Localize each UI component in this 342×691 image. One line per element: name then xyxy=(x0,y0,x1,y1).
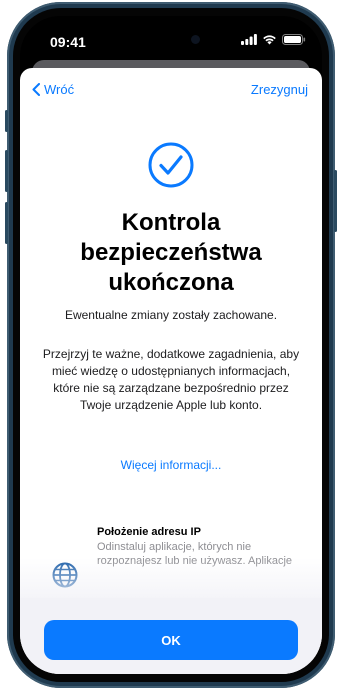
wifi-icon xyxy=(263,35,276,45)
phone-screen: 09:41 Wróć Zrezygnuj Kontrola bezpieczeń… xyxy=(20,16,322,674)
cellular-signal-icon xyxy=(241,34,257,45)
back-label: Wróć xyxy=(44,82,75,97)
side-button-volume-down xyxy=(5,202,8,244)
status-time: 09:41 xyxy=(50,34,86,50)
status-icons xyxy=(241,34,306,45)
camera-icon xyxy=(191,35,200,44)
back-button[interactable]: Wróć xyxy=(32,82,74,97)
cancel-button[interactable]: Zrezygnuj xyxy=(251,82,308,97)
more-info-link[interactable]: Więcej informacji... xyxy=(38,458,304,472)
side-button-action xyxy=(5,110,8,132)
battery-icon xyxy=(282,34,306,45)
modal-sheet: Wróć Zrezygnuj Kontrola bezpieczeństwa u… xyxy=(20,68,322,674)
page-title: Kontrola bezpieczeństwa ukończona xyxy=(80,209,262,296)
dynamic-island xyxy=(126,26,216,53)
chevron-left-icon xyxy=(32,83,40,96)
info-text: Przejrzyj te ważne, dodatkowe zagadnieni… xyxy=(42,347,300,412)
ip-location-title: Położenie adresu IP xyxy=(97,526,201,538)
side-button-volume-up xyxy=(5,150,8,192)
page-subtitle: Ewentualne zmiany zostały zachowane. xyxy=(64,308,278,322)
checkmark-circle-icon xyxy=(148,142,194,188)
ok-button[interactable]: OK xyxy=(44,620,298,660)
side-button-power xyxy=(334,170,337,232)
